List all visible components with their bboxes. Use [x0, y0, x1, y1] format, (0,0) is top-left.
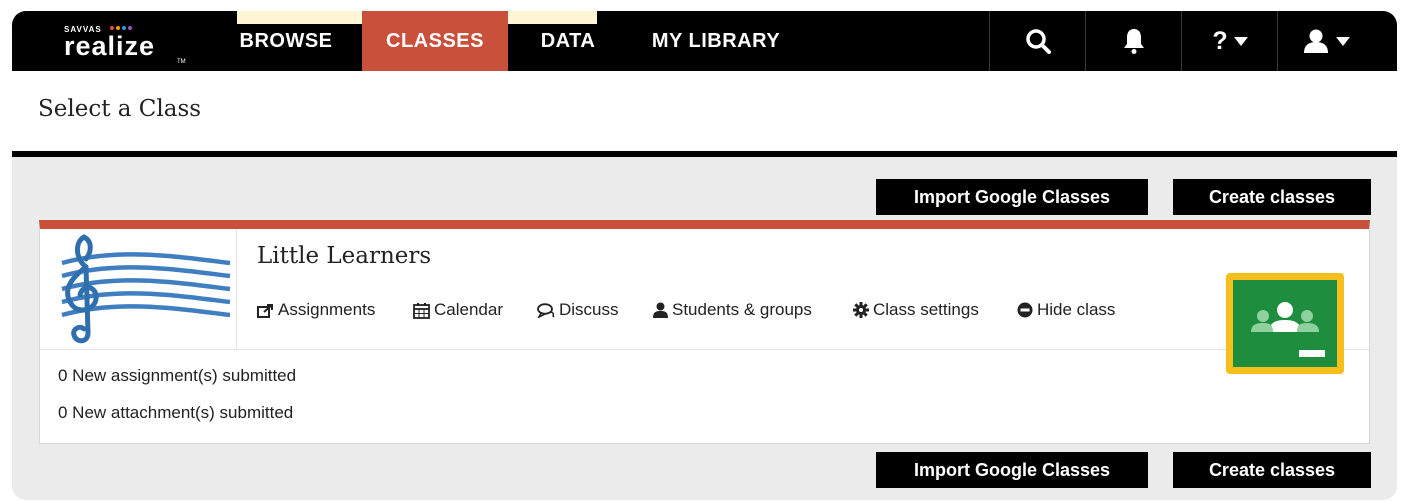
- assignments-link[interactable]: Assignments: [257, 300, 375, 320]
- class-name[interactable]: Little Learners: [257, 243, 431, 269]
- discuss-label: Discuss: [559, 300, 619, 319]
- nav-classes[interactable]: CLASSES: [362, 11, 508, 71]
- music-staff-icon: [61, 234, 231, 344]
- user-icon: [653, 302, 668, 318]
- logo-dots-icon: [110, 26, 132, 30]
- logo-tm: TM: [177, 59, 186, 65]
- gear-icon: [853, 302, 869, 318]
- import-google-classes-button-bottom[interactable]: Import Google Classes: [876, 452, 1148, 488]
- chat-icon: [537, 302, 555, 318]
- page-header: Select a Class: [12, 71, 1397, 157]
- calendar-icon: [413, 302, 430, 319]
- class-settings-link[interactable]: Class settings: [853, 300, 979, 320]
- new-assignments-count: 0 New assignment(s) submitted: [58, 366, 297, 385]
- calendar-link[interactable]: Calendar: [413, 300, 503, 320]
- students-groups-link[interactable]: Students & groups: [653, 300, 812, 320]
- user-menu-button[interactable]: [1277, 11, 1374, 71]
- create-classes-button-bottom[interactable]: Create classes: [1173, 452, 1371, 488]
- search-icon: [1026, 29, 1051, 54]
- card-divider: [40, 349, 1369, 350]
- students-groups-label: Students & groups: [672, 300, 812, 319]
- chevron-down-icon: [1336, 36, 1350, 46]
- class-thumbnail[interactable]: [40, 229, 237, 349]
- class-card: Little Learners Assignments Calendar Dis…: [39, 220, 1370, 444]
- bell-icon: [1124, 29, 1144, 54]
- hide-class-label: Hide class: [1037, 300, 1116, 319]
- nav-my-library[interactable]: MY LIBRARY: [630, 11, 802, 71]
- chevron-down-icon: [1233, 36, 1248, 46]
- google-classroom-board: [1233, 280, 1337, 367]
- google-classroom-people-icon: [1251, 302, 1325, 357]
- top-nav-bar: SAVVAS realize TM BROWSE CLASSES DATA MY…: [12, 11, 1397, 71]
- help-icon: ?: [1212, 26, 1228, 55]
- logo-realize-text: realize: [64, 31, 156, 61]
- help-menu-button[interactable]: ?: [1181, 11, 1278, 71]
- app-window: SAVVAS realize TM BROWSE CLASSES DATA MY…: [12, 11, 1397, 500]
- notifications-button[interactable]: [1085, 11, 1182, 71]
- hide-class-link[interactable]: Hide class: [1017, 300, 1115, 320]
- minus-circle-icon: [1017, 302, 1033, 318]
- page-title: Select a Class: [38, 96, 202, 122]
- discuss-link[interactable]: Discuss: [537, 300, 619, 320]
- assignments-label: Assignments: [278, 300, 376, 319]
- calendar-label: Calendar: [434, 300, 503, 319]
- create-classes-button[interactable]: Create classes: [1173, 179, 1371, 215]
- nav-data[interactable]: DATA: [518, 11, 618, 71]
- search-button[interactable]: [989, 11, 1086, 71]
- nav-browse[interactable]: BROWSE: [225, 11, 347, 71]
- google-classroom-logo[interactable]: [1226, 273, 1344, 374]
- new-attachments-count: 0 New attachment(s) submitted: [58, 403, 294, 422]
- import-google-classes-button[interactable]: Import Google Classes: [876, 179, 1148, 215]
- share-icon: [257, 303, 273, 318]
- class-settings-label: Class settings: [873, 300, 979, 319]
- user-icon: [1304, 29, 1328, 53]
